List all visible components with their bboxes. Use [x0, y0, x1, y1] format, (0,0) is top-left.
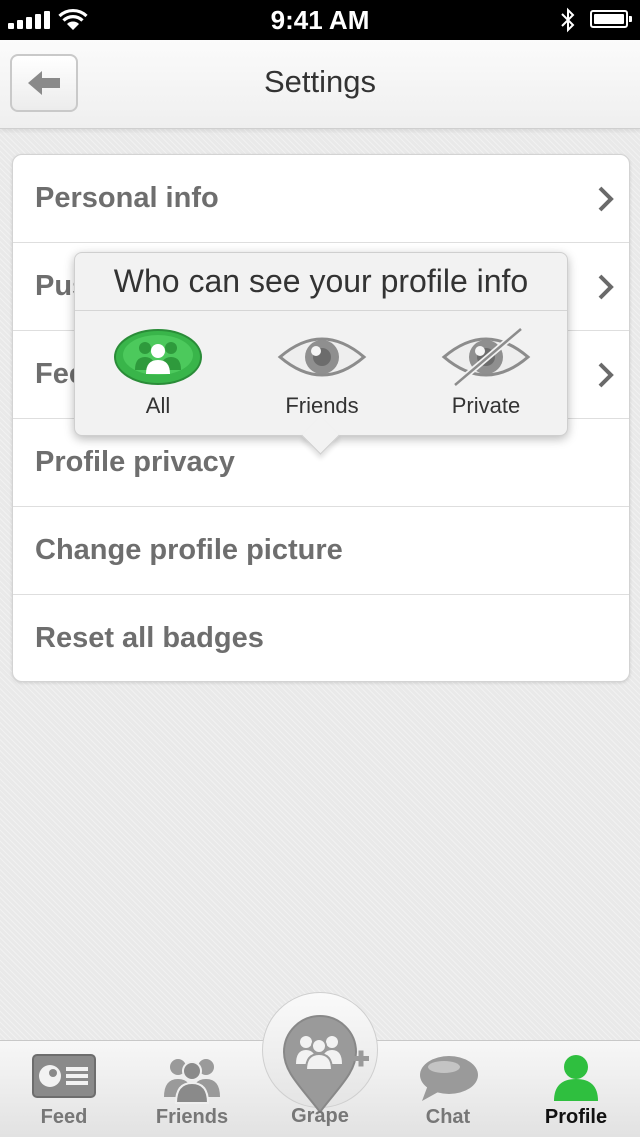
- feed-card-icon: [32, 1054, 96, 1098]
- chevron-right-icon: [598, 186, 614, 212]
- status-bar: 9:41 AM: [0, 0, 640, 40]
- eye-slash-icon: [441, 327, 531, 387]
- tab-grape[interactable]: Grape: [256, 1015, 384, 1136]
- privacy-option-label: Private: [451, 393, 521, 418]
- privacy-option-friends[interactable]: Friends: [257, 327, 387, 427]
- chevron-right-icon: [598, 362, 614, 388]
- tab-profile[interactable]: Profile: [512, 1041, 640, 1137]
- eye-icon: [277, 337, 367, 377]
- tab-label: Chat: [425, 1106, 471, 1128]
- settings-row-personal-info[interactable]: Personal info: [13, 155, 629, 243]
- popover-title: Who can see your profile info: [113, 263, 529, 299]
- privacy-popover: Who can see your profile info All Friend…: [74, 252, 568, 455]
- privacy-option-label: All: [145, 393, 171, 418]
- privacy-option-all[interactable]: All: [93, 327, 223, 427]
- tab-label: Feed: [40, 1106, 88, 1128]
- popover-divider: [75, 310, 567, 311]
- group-users-icon: [114, 329, 202, 385]
- status-time: 9:41 AM: [270, 5, 370, 35]
- settings-row-label: Personal info: [35, 182, 219, 214]
- tab-label: Friends: [155, 1106, 229, 1128]
- tab-chat[interactable]: Chat: [384, 1041, 512, 1137]
- chat-bubble-icon: [420, 1056, 478, 1101]
- chevron-right-icon: [598, 274, 614, 300]
- privacy-option-private[interactable]: Private: [421, 327, 551, 427]
- friends-icon: [164, 1059, 220, 1104]
- privacy-option-label: Friends: [285, 393, 359, 418]
- tab-label: Profile: [544, 1106, 608, 1128]
- settings-row-label: Change profile picture: [35, 534, 343, 566]
- grape-add-group-icon: [282, 1015, 369, 1114]
- profile-person-icon: [554, 1055, 598, 1101]
- settings-row-change-profile-picture[interactable]: Change profile picture: [13, 507, 629, 595]
- battery-icon: [590, 10, 632, 28]
- settings-row-label: Reset all badges: [35, 622, 264, 654]
- tab-friends[interactable]: Friends: [128, 1041, 256, 1137]
- page-title: Settings: [263, 64, 376, 99]
- settings-row-reset-all-badges[interactable]: Reset all badges: [13, 595, 629, 681]
- bluetooth-icon: [561, 7, 575, 33]
- tab-label: Grape: [291, 1105, 349, 1127]
- tab-feed[interactable]: Feed: [0, 1041, 128, 1137]
- navigation-bar: Settings: [0, 40, 640, 129]
